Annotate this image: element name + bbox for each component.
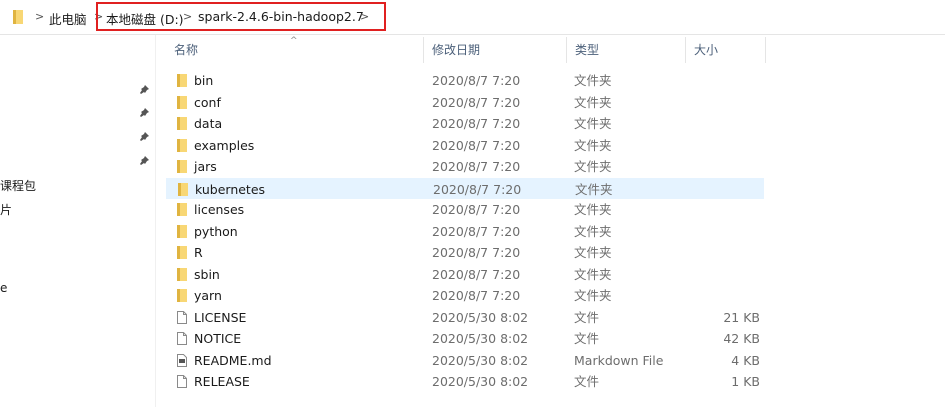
file-row[interactable]: licenses 2020/8/7 7:20 文件夹 [166,199,764,220]
file-name: sbin [194,266,220,282]
column-type[interactable]: 类型 [567,37,686,63]
file-date-modified: 2020/8/7 7:20 [432,116,521,131]
file-row[interactable]: yarn 2020/8/7 7:20 文件夹 [166,285,764,306]
file-row[interactable]: LICENSE 2020/5/30 8:02 文件 21 KB [166,307,764,328]
column-size[interactable]: 大小 [686,37,766,63]
file-name: jars [194,159,217,174]
file-type: 文件 [574,374,600,389]
nav-item-course-package[interactable]: 课程包 [0,177,36,194]
file-date-modified: 2020/8/7 7:20 [432,73,521,88]
file-name: examples [194,137,255,153]
pin-icon[interactable] [140,156,149,165]
file-date-modified: 2020/8/7 7:20 [432,159,521,174]
file-name: conf [194,94,221,110]
file-row[interactable]: README.md 2020/5/30 8:02 Markdown File 4 KB [166,350,764,371]
file-name: LICENSE [194,309,247,325]
file-type: 文件 [574,309,600,325]
address-bar[interactable]: > 此电脑 > 本地磁盘 (D:) > spark-2.4.6-bin-hado… [0,0,945,35]
file-date-modified: 2020/5/30 8:02 [432,352,529,368]
file-name: licenses [194,202,245,217]
file-name: README.md [194,352,272,368]
folder-icon [13,10,23,24]
file-date-modified: 2020/5/30 8:02 [432,331,529,346]
file-size: 42 KB [723,331,760,346]
file-type: 文件夹 [574,73,612,88]
pin-icon[interactable] [140,85,149,94]
file-row[interactable]: python 2020/8/7 7:20 文件夹 [166,221,764,242]
highlight-box [96,2,386,31]
file-date-modified: 2020/5/30 8:02 [432,309,529,325]
pin-icon[interactable] [140,108,149,117]
sort-ascending-icon: ^ [290,36,298,46]
file-type: 文件 [574,331,600,346]
file-row[interactable]: examples 2020/8/7 7:20 文件夹 [166,135,764,156]
file-row[interactable]: RELEASE 2020/5/30 8:02 文件 1 KB [166,371,764,392]
file-name: data [194,116,223,131]
file-date-modified: 2020/8/7 7:20 [432,94,521,110]
file-date-modified: 2020/8/7 7:20 [432,245,521,260]
file-row[interactable]: jars 2020/8/7 7:20 文件夹 [166,156,764,177]
file-date-modified: 2020/8/7 7:20 [432,223,521,239]
file-name: yarn [194,288,222,303]
file-row[interactable]: data 2020/8/7 7:20 文件夹 [166,113,764,134]
navigation-pane: 课程包 片 e [0,35,156,407]
file-type: 文件夹 [574,288,612,303]
file-date-modified: 2020/8/7 7:20 [432,288,521,303]
file-name: bin [194,73,214,88]
file-date-modified: 2020/8/7 7:20 [432,202,521,217]
file-size: 4 KB [731,352,760,368]
file-name: R [194,245,203,260]
file-type: 文件夹 [574,202,612,217]
file-type: 文件夹 [574,223,612,239]
nav-item-pictures[interactable]: 片 [0,201,12,218]
file-type: Markdown File [574,352,664,368]
file-date-modified: 2020/8/7 7:20 [433,181,522,197]
file-type: 文件夹 [574,116,612,131]
breadcrumb-this-pc[interactable]: 此电脑 [49,9,87,28]
file-name: python [194,223,238,239]
file-size: 21 KB [723,309,760,325]
file-type: 文件夹 [574,245,612,260]
file-row[interactable]: kubernetes 2020/8/7 7:20 文件夹 [166,177,764,199]
chevron-right-icon[interactable]: > [35,10,44,23]
file-size: 1 KB [731,374,760,389]
file-type: 文件夹 [575,181,613,197]
file-row[interactable]: bin 2020/8/7 7:20 文件夹 [166,70,764,91]
pin-icon[interactable] [140,132,149,141]
file-type: 文件夹 [574,94,612,110]
file-name: NOTICE [194,331,242,346]
column-date-modified[interactable]: 修改日期 [424,37,567,63]
file-row[interactable]: R 2020/8/7 7:20 文件夹 [166,242,764,263]
column-header: 名称 修改日期 类型 大小 [166,37,766,63]
file-row[interactable]: NOTICE 2020/5/30 8:02 文件 42 KB [166,328,764,349]
file-row[interactable]: sbin 2020/8/7 7:20 文件夹 [166,264,764,285]
file-date-modified: 2020/8/7 7:20 [432,266,521,282]
nav-item-partial[interactable]: e [0,281,7,295]
file-name: kubernetes [195,181,266,197]
file-type: 文件夹 [574,159,612,174]
file-name: RELEASE [194,374,250,389]
file-date-modified: 2020/8/7 7:20 [432,137,521,153]
file-type: 文件夹 [574,266,612,282]
file-type: 文件夹 [574,137,612,153]
file-row[interactable]: conf 2020/8/7 7:20 文件夹 [166,92,764,113]
file-date-modified: 2020/5/30 8:02 [432,374,529,389]
